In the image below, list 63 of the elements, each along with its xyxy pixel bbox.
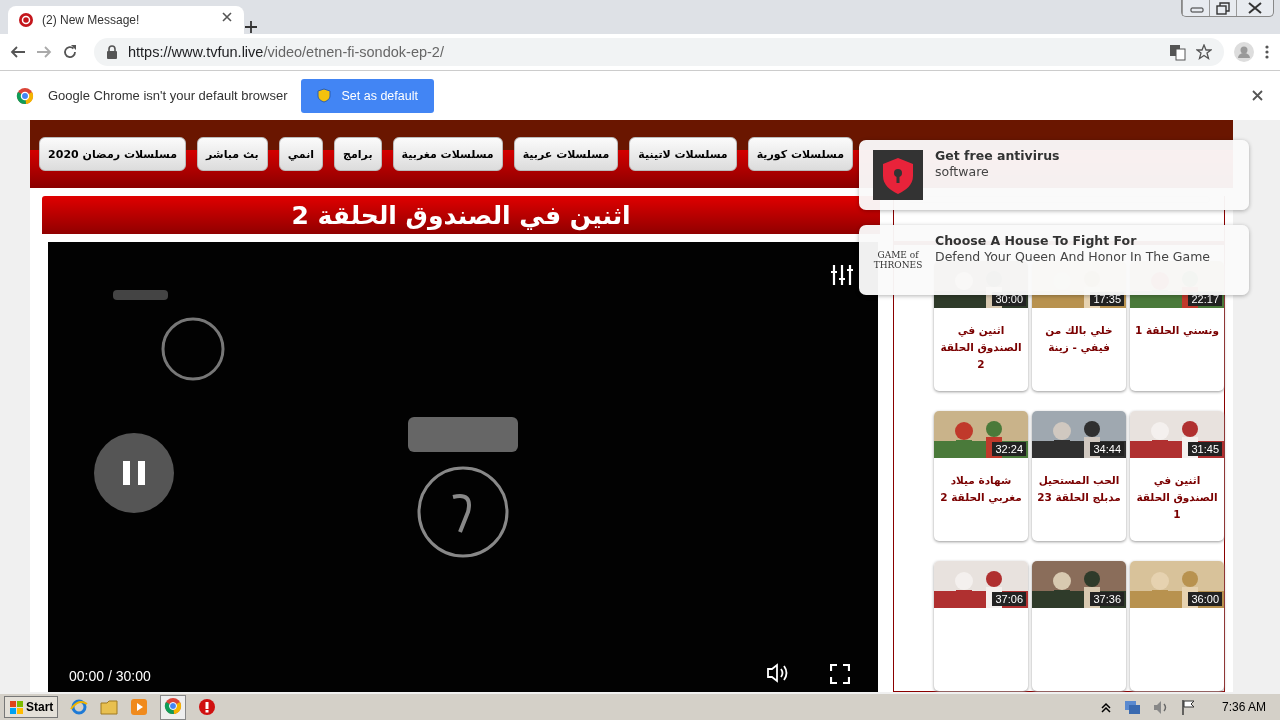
fullscreen-icon[interactable]	[830, 664, 850, 684]
back-icon[interactable]	[10, 44, 26, 60]
menu-icon[interactable]	[1264, 44, 1270, 60]
video-duration: 37:36	[1090, 592, 1124, 606]
nav-button[interactable]: انمي	[278, 137, 324, 171]
notification-popup[interactable]: GAME of THRONES Choose A House To Fight For Defend Your Queen And Honor In The Game	[859, 225, 1249, 295]
episode-title: شهادة ميلاد مغربي الحلقة 2	[939, 473, 1023, 506]
start-button[interactable]: Start	[4, 696, 59, 718]
nav-button[interactable]: مسلسلات عربية	[513, 137, 619, 171]
episode-card[interactable]: 37:06	[934, 561, 1028, 691]
close-icon[interactable]	[1251, 89, 1264, 102]
chrome-logo-icon	[16, 86, 34, 105]
reload-icon[interactable]	[62, 44, 78, 60]
translate-icon[interactable]	[1169, 43, 1186, 61]
nav-button[interactable]: برامج	[334, 137, 382, 171]
settings-sliders-icon[interactable]	[830, 264, 854, 286]
nav-button[interactable]: بث مباشر	[197, 137, 268, 171]
site-favicon	[18, 12, 34, 28]
video-duration: 36:00	[1188, 592, 1222, 606]
notification-popup[interactable]: Get free antivirus software	[859, 140, 1249, 210]
episode-card[interactable]: 37:36	[1032, 561, 1126, 691]
shield-lock-icon	[873, 150, 923, 200]
close-icon[interactable]	[220, 10, 234, 24]
nav-button[interactable]: مسلسلات رمضان 2020	[39, 137, 186, 171]
set-default-button[interactable]: Set as default	[301, 78, 434, 113]
shield-icon	[317, 88, 332, 103]
new-tab-icon[interactable]	[244, 20, 258, 34]
video-title: اثنين في الصندوق الحلقة 2	[291, 200, 631, 230]
stop-sign-icon[interactable]	[198, 698, 217, 716]
episode-card[interactable]: 36:00	[1130, 561, 1224, 691]
clock: 7:36 AM	[1221, 700, 1266, 714]
video-duration: 34:44	[1090, 442, 1124, 456]
video-duration: 32:24	[992, 442, 1026, 456]
browser-e-icon[interactable]	[70, 698, 89, 716]
network-icon[interactable]	[1123, 698, 1141, 716]
flag-icon[interactable]	[1180, 698, 1196, 716]
nav-button[interactable]: مسلسلات لاتينية	[629, 137, 737, 171]
video-duration: 37:06	[992, 592, 1026, 606]
playback-time: 00:00 / 30:00	[69, 668, 151, 684]
notification-title: Get free antivirus	[935, 148, 1060, 164]
address-bar[interactable]: https://www.tvfun.live/video/etnen-fi-sondok-ep-2/	[94, 38, 1224, 66]
browser-tab[interactable]: (2) New Message!	[8, 6, 244, 34]
chrome-taskbar-icon[interactable]	[164, 696, 183, 715]
volume-icon[interactable]	[766, 662, 789, 684]
lock-icon	[106, 45, 118, 59]
nav-button[interactable]: مسلسلات كورية	[747, 137, 853, 171]
profile-avatar-icon[interactable]	[1234, 42, 1254, 62]
tab-title: (2) New Message!	[42, 13, 141, 27]
episode-title: خلي بالك من فيفي - زينة	[1044, 323, 1114, 356]
chevron-up-icon[interactable]	[1099, 700, 1112, 714]
pause-button-icon[interactable]	[94, 433, 174, 513]
notification-title: Choose A House To Fight For	[935, 233, 1138, 249]
video-duration: 31:45	[1188, 442, 1222, 456]
notification-body: software	[935, 164, 990, 180]
episode-title: ونسني الحلقة 1	[1134, 323, 1220, 339]
episode-title: اثنين في الصندوق الحلقة 1	[1135, 473, 1219, 522]
windows-logo-icon	[9, 699, 24, 715]
url-text: https://www.tvfun.live/video/etnen-fi-sondok-ep-2/	[128, 44, 444, 60]
infobar-message: Google Chrome isn't your default browser	[48, 88, 288, 103]
episode-title: الحب المستحيل مدبلج الحلقة 23	[1036, 473, 1122, 506]
nav-button[interactable]: مسلسلات مغربية	[392, 137, 503, 171]
episode-title: اثنين في الصندوق الحلقة 2	[939, 323, 1023, 372]
star-icon[interactable]	[1196, 44, 1212, 60]
